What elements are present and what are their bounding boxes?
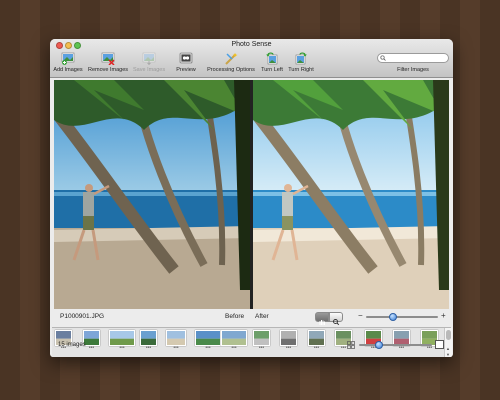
search-input[interactable] [377, 53, 449, 63]
large-thumbnails-icon[interactable] [435, 340, 444, 349]
search-field[interactable] [377, 53, 449, 63]
turn-left-button[interactable]: Turn Left [258, 52, 286, 73]
remove-images-label: Remove Images [87, 67, 129, 73]
preview-label: Preview [176, 67, 196, 73]
zoom-in-icon[interactable]: + [441, 311, 446, 320]
preview-status-row: P1000901.JPG Before After − + [50, 311, 453, 326]
zoom-out-icon[interactable]: − [358, 311, 363, 320]
window-title: Photo Sense [231, 41, 272, 48]
zoom-slider[interactable] [366, 316, 438, 318]
turn-right-label: Turn Right [288, 67, 314, 73]
preview-area [54, 80, 449, 309]
before-photo[interactable] [54, 80, 250, 309]
search-icon [380, 55, 386, 61]
turn-right-icon [295, 52, 307, 65]
magnifier-icon [333, 319, 340, 326]
app-window: Photo Sense Add Images Remove Images Sav… [50, 39, 453, 357]
filename-label: P1000901.JPG [60, 313, 105, 320]
thumbnail-size-slider[interactable] [359, 344, 432, 346]
filter-images-label: Filter Images [397, 67, 429, 73]
pan-tool-button[interactable] [315, 312, 329, 325]
remove-images-icon [101, 52, 115, 65]
pan-hand-icon [319, 320, 325, 325]
save-images-icon [142, 52, 156, 65]
preview-button[interactable]: Preview [174, 52, 198, 73]
small-thumbnails-icon[interactable] [347, 341, 355, 349]
turn-left-label: Turn Left [261, 67, 283, 73]
add-images-icon [61, 52, 75, 65]
processing-options-button[interactable]: Processing Options [206, 52, 256, 73]
image-count: 15 images [58, 342, 86, 348]
processing-options-label: Processing Options [207, 67, 255, 73]
remove-images-button[interactable]: Remove Images [86, 52, 130, 73]
turn-left-icon [266, 52, 278, 65]
preview-icon [179, 52, 193, 64]
add-images-button[interactable]: Add Images [53, 52, 83, 73]
thumbnail-size-knob[interactable] [375, 341, 383, 349]
bottom-bar: 15 images [50, 332, 453, 357]
zoom-slider-knob[interactable] [389, 313, 397, 321]
save-images-button[interactable]: Save Images [133, 52, 165, 73]
save-images-label: Save Images [133, 67, 166, 73]
after-label: After [255, 313, 269, 320]
add-images-label: Add Images [53, 67, 83, 73]
after-photo[interactable] [253, 80, 449, 309]
before-label: Before [225, 313, 245, 320]
toolbar: Photo Sense Add Images Remove Images Sav… [50, 39, 453, 78]
processing-options-icon [225, 53, 238, 65]
turn-right-button[interactable]: Turn Right [286, 52, 316, 73]
zoom-tool-button[interactable] [329, 312, 343, 326]
